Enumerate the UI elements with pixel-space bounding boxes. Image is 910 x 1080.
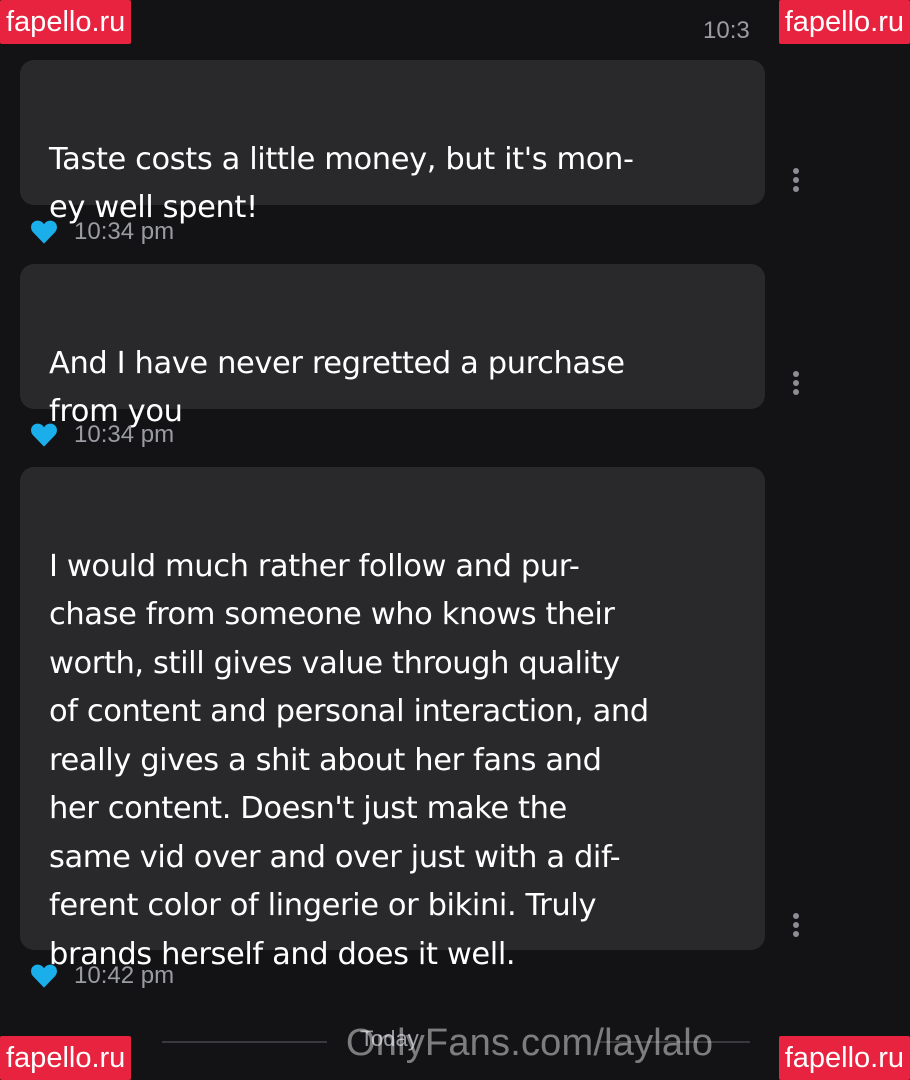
message-options-button[interactable] bbox=[791, 913, 801, 940]
watermark-badge: fapello.ru bbox=[778, 1036, 910, 1080]
header-timestamp: 10:3 bbox=[703, 17, 750, 44]
heart-icon[interactable] bbox=[30, 422, 58, 448]
message-bubble[interactable]: And I have never regretted a purchase fr… bbox=[20, 264, 765, 429]
message-options-button[interactable] bbox=[791, 168, 801, 195]
message-meta: 10:42 pm bbox=[30, 962, 174, 990]
message-bubble[interactable]: I would much rather follow and pur- chas… bbox=[20, 467, 765, 972]
message-time: 10:34 pm bbox=[74, 421, 175, 448]
heart-icon[interactable] bbox=[30, 963, 58, 989]
message-meta: 10:34 pm bbox=[30, 421, 174, 449]
onlyfans-watermark: OnlyFans.com/laylalo bbox=[346, 1022, 714, 1064]
message-text: Taste costs a little money, but it's mon… bbox=[49, 141, 634, 226]
message-meta: 10:34 pm bbox=[30, 218, 174, 246]
heart-icon[interactable] bbox=[30, 219, 58, 245]
watermark-badge: fapello.ru bbox=[0, 0, 132, 44]
more-vertical-icon bbox=[793, 371, 799, 377]
message-bubble[interactable]: Taste costs a little money, but it's mon… bbox=[20, 60, 765, 225]
message-text: And I have never regretted a purchase fr… bbox=[49, 345, 625, 430]
message-options-button[interactable] bbox=[791, 371, 801, 398]
more-vertical-icon bbox=[793, 913, 799, 919]
more-vertical-icon bbox=[793, 168, 799, 174]
day-divider-line bbox=[162, 1041, 327, 1043]
watermark-badge: fapello.ru bbox=[0, 1036, 132, 1080]
watermark-badge: fapello.ru bbox=[778, 0, 910, 44]
message-time: 10:42 pm bbox=[74, 962, 175, 989]
message-text: I would much rather follow and pur- chas… bbox=[49, 548, 649, 972]
message-time: 10:34 pm bbox=[74, 218, 175, 245]
